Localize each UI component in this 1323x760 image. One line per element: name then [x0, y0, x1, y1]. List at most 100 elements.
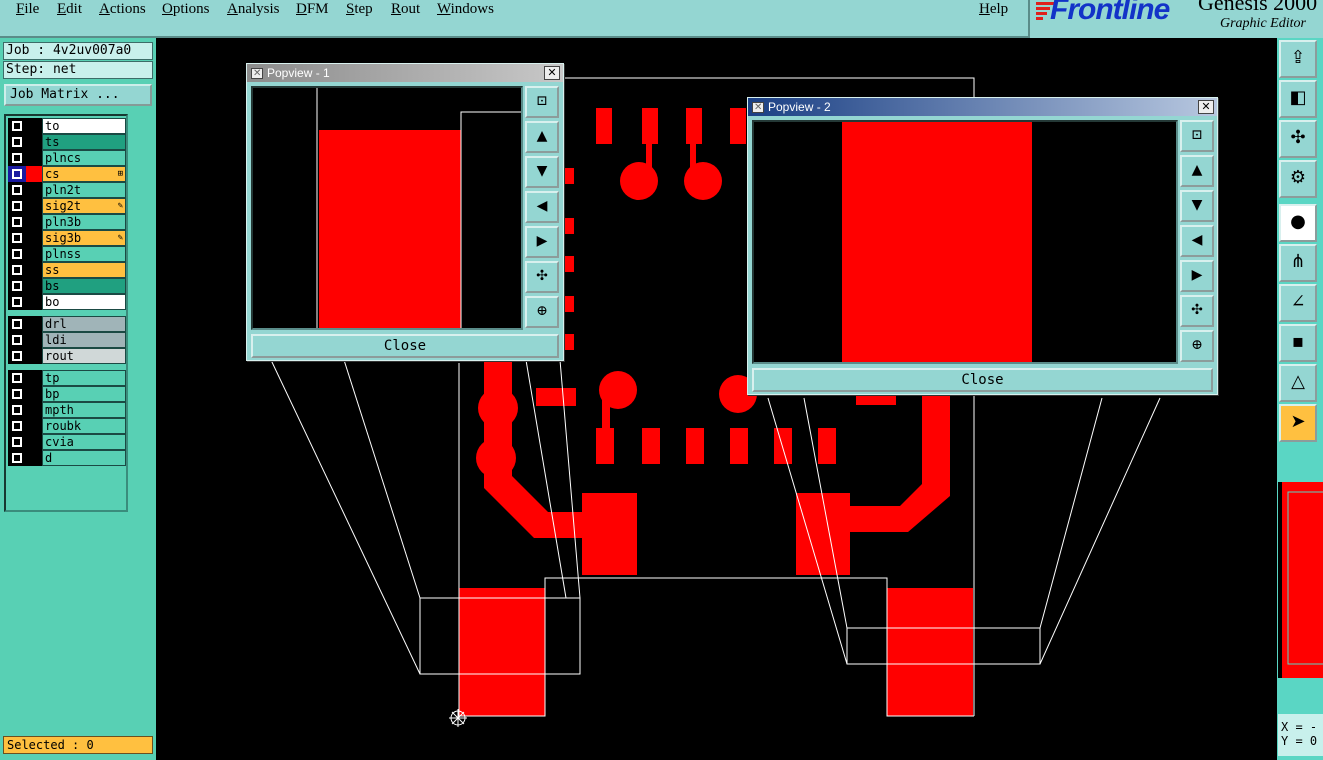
- layer-name[interactable]: rout: [42, 348, 126, 364]
- layer-color-swatch[interactable]: [26, 134, 42, 150]
- layer-row-cs[interactable]: cs ⊞: [8, 166, 126, 182]
- layer-color-swatch[interactable]: [26, 118, 42, 134]
- layer-checkbox[interactable]: [8, 294, 26, 310]
- layer-name[interactable]: bs: [42, 278, 126, 294]
- layer-row-roubk[interactable]: roubk: [8, 418, 126, 434]
- connect-nodes-icon[interactable]: ⋔: [1279, 244, 1317, 282]
- zoom-in-icon[interactable]: ✣: [525, 261, 559, 293]
- layer-color-swatch[interactable]: [26, 262, 42, 278]
- layer-color-swatch[interactable]: [26, 332, 42, 348]
- layer-checkbox[interactable]: [8, 450, 26, 466]
- layer-row-sig3b[interactable]: sig3b ✎: [8, 230, 126, 246]
- measure-icon[interactable]: ⚙: [1279, 160, 1317, 198]
- layer-color-swatch[interactable]: [26, 402, 42, 418]
- zoom-out-icon[interactable]: ⊕: [1180, 330, 1214, 362]
- menu-windows[interactable]: Windows: [437, 1, 494, 18]
- layer-name[interactable]: ts: [42, 134, 126, 150]
- add-feature-icon[interactable]: ●: [1279, 204, 1317, 242]
- pan-up-icon[interactable]: ▲: [1180, 155, 1214, 187]
- layer-checkbox[interactable]: [8, 214, 26, 230]
- layer-name[interactable]: mpth: [42, 402, 126, 418]
- layer-name[interactable]: ss: [42, 262, 126, 278]
- zoom-out-icon[interactable]: ⊕: [525, 296, 559, 328]
- pointer-icon[interactable]: ➤: [1279, 404, 1317, 442]
- layer-checkbox[interactable]: [8, 246, 26, 262]
- menu-step[interactable]: Step: [346, 1, 373, 18]
- layer-name[interactable]: pln2t: [42, 182, 126, 198]
- layer-row-plnss[interactable]: plnss: [8, 246, 126, 262]
- layer-color-swatch[interactable]: [26, 418, 42, 434]
- layer-color-swatch[interactable]: [26, 348, 42, 364]
- layer-color-swatch[interactable]: [26, 386, 42, 402]
- pan-up-icon[interactable]: ▲: [525, 121, 559, 153]
- layer-checkbox[interactable]: [8, 370, 26, 386]
- layer-name[interactable]: plncs: [42, 150, 126, 166]
- layer-color-swatch[interactable]: [26, 434, 42, 450]
- layer-row-rout[interactable]: rout: [8, 348, 126, 364]
- layer-checkbox[interactable]: [8, 166, 26, 182]
- draw-line-icon[interactable]: ∠: [1279, 284, 1317, 322]
- layer-color-swatch[interactable]: [26, 316, 42, 332]
- layer-checkbox[interactable]: [8, 150, 26, 166]
- layer-row-drl[interactable]: drl: [8, 316, 126, 332]
- layer-name[interactable]: cs ⊞: [42, 166, 126, 182]
- shape-icon[interactable]: △: [1279, 364, 1317, 402]
- layer-checkbox[interactable]: [8, 402, 26, 418]
- layer-name[interactable]: tp: [42, 370, 126, 386]
- layer-color-swatch[interactable]: [26, 230, 42, 246]
- layer-row-bp[interactable]: bp: [8, 386, 126, 402]
- layer-checkbox[interactable]: [8, 316, 26, 332]
- popview-2-view[interactable]: [752, 120, 1178, 364]
- zoom-home-icon[interactable]: ⊡: [525, 86, 559, 118]
- close-icon[interactable]: ✕: [1198, 100, 1214, 114]
- layer-checkbox[interactable]: [8, 332, 26, 348]
- popview-1-close-button[interactable]: Close: [251, 334, 559, 358]
- menu-options[interactable]: Options: [162, 1, 210, 18]
- layer-row-ldi[interactable]: ldi: [8, 332, 126, 348]
- layer-row-ts[interactable]: ts: [8, 134, 126, 150]
- layer-row-bs[interactable]: bs: [8, 278, 126, 294]
- pan-left-icon[interactable]: ◀: [525, 191, 559, 223]
- job-matrix-button[interactable]: Job Matrix ...: [4, 84, 152, 106]
- popview-2-close-button[interactable]: Close: [752, 368, 1213, 392]
- menu-file[interactable]: File: [16, 1, 39, 18]
- layer-name[interactable]: plnss: [42, 246, 126, 262]
- pan-right-icon[interactable]: ▶: [1180, 260, 1214, 292]
- zoom-home-icon[interactable]: ⇪: [1279, 40, 1317, 78]
- layer-row-cvia[interactable]: cvia: [8, 434, 126, 450]
- layer-name[interactable]: d: [42, 450, 126, 466]
- layer-row-mpth[interactable]: mpth: [8, 402, 126, 418]
- layer-checkbox[interactable]: [8, 262, 26, 278]
- pan-left-icon[interactable]: ◧: [1279, 80, 1317, 118]
- popview-1-view[interactable]: [251, 86, 523, 330]
- menu-rout[interactable]: Rout: [391, 1, 420, 18]
- layer-checkbox[interactable]: [8, 230, 26, 246]
- layer-color-swatch[interactable]: [26, 450, 42, 466]
- layer-row-bo[interactable]: bo: [8, 294, 126, 310]
- layer-row-pln3b[interactable]: pln3b: [8, 214, 126, 230]
- menu-dfm[interactable]: DFM: [296, 1, 329, 18]
- layer-name[interactable]: sig3b ✎: [42, 230, 126, 246]
- layer-checkbox[interactable]: [8, 198, 26, 214]
- layer-color-swatch[interactable]: [26, 294, 42, 310]
- layer-row-sig2t[interactable]: sig2t ✎: [8, 198, 126, 214]
- layer-name[interactable]: bo: [42, 294, 126, 310]
- layer-checkbox[interactable]: [8, 386, 26, 402]
- menu-edit[interactable]: Edit: [57, 1, 82, 18]
- layer-checkbox[interactable]: [8, 418, 26, 434]
- layer-name[interactable]: ldi: [42, 332, 126, 348]
- layer-color-swatch[interactable]: [26, 150, 42, 166]
- close-icon[interactable]: ✕: [544, 66, 560, 80]
- layer-row-ss[interactable]: ss: [8, 262, 126, 278]
- layer-name[interactable]: cvia: [42, 434, 126, 450]
- layer-name[interactable]: bp: [42, 386, 126, 402]
- popview-1-titlebar[interactable]: Popview - 1 ✕: [247, 64, 563, 83]
- pan-down-icon[interactable]: ▼: [1180, 190, 1214, 222]
- layer-row-to[interactable]: to: [8, 118, 126, 134]
- layer-color-swatch[interactable]: [26, 278, 42, 294]
- popview-2-titlebar[interactable]: Popview - 2 ✕: [748, 98, 1217, 117]
- layer-color-swatch[interactable]: [26, 214, 42, 230]
- layer-color-swatch[interactable]: [26, 182, 42, 198]
- snap-points-icon[interactable]: ▪: [1279, 324, 1317, 362]
- zoom-in-icon[interactable]: ✣: [1180, 295, 1214, 327]
